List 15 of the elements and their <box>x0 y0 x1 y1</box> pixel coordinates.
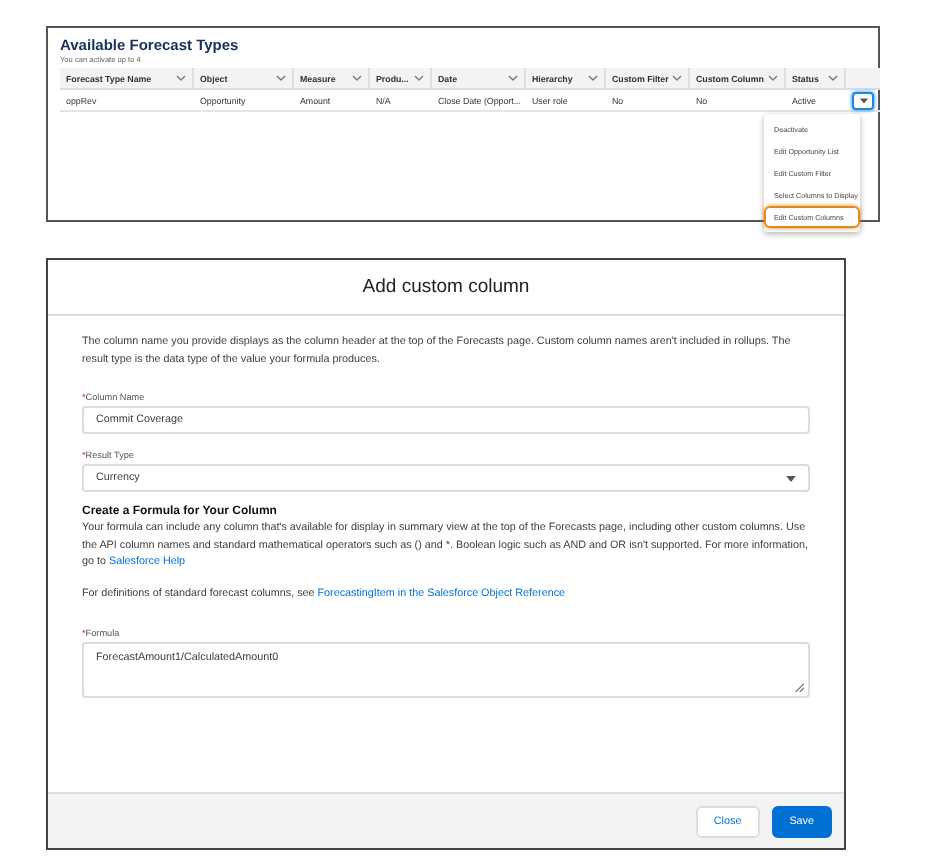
chevron-down-icon[interactable] <box>352 74 362 82</box>
caret-icon <box>859 97 867 103</box>
chevron-down-icon[interactable] <box>588 74 598 82</box>
chevron-down-icon[interactable] <box>176 74 186 82</box>
dialog-title: Add custom column <box>362 276 530 298</box>
chevron-down-icon[interactable] <box>768 74 778 82</box>
chevron-down-icon[interactable] <box>672 74 682 82</box>
chevron-down-icon[interactable] <box>414 74 424 82</box>
row-actions-button[interactable] <box>852 91 874 109</box>
caret-icon <box>786 475 796 482</box>
resize-handle-icon[interactable] <box>794 681 804 692</box>
chevron-down-icon[interactable] <box>828 74 838 82</box>
column-header <box>846 68 880 90</box>
chevron-down-icon[interactable] <box>276 74 286 82</box>
chevron-down-icon[interactable] <box>508 74 518 82</box>
